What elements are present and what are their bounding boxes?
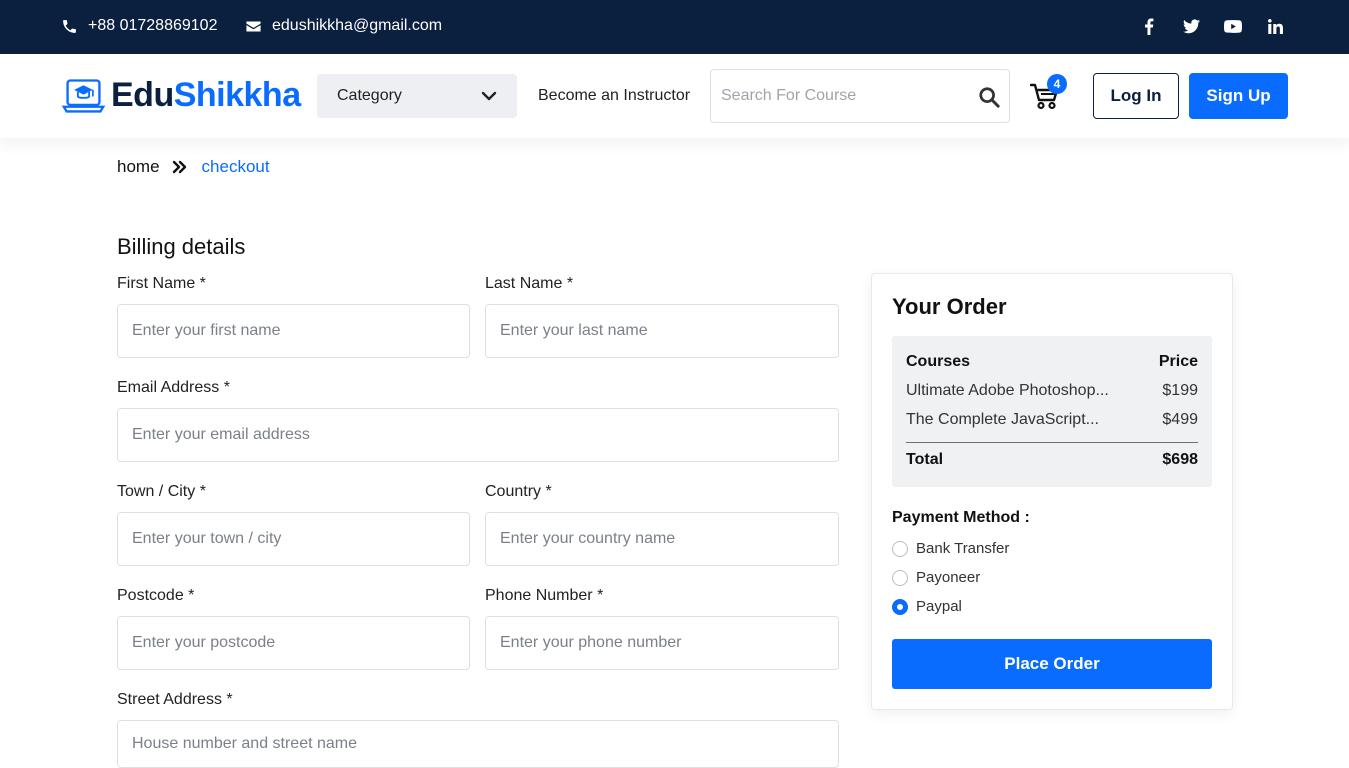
breadcrumb: home checkout bbox=[117, 157, 270, 177]
become-instructor-link[interactable]: Become an Instructor bbox=[538, 87, 690, 105]
place-order-button[interactable]: Place Order bbox=[892, 639, 1212, 689]
street-address-label: Street Address * bbox=[117, 691, 233, 708]
order-item-name: The Complete JavaScript... bbox=[906, 411, 1099, 428]
radio-button-selected[interactable] bbox=[892, 598, 908, 615]
email-contact[interactable]: edushikkha@gmail.com bbox=[245, 17, 442, 35]
search-icon[interactable] bbox=[978, 86, 1000, 108]
payment-option-label: Payoneer bbox=[916, 569, 981, 586]
category-dropdown[interactable]: Category bbox=[317, 74, 517, 118]
breadcrumb-home-link[interactable]: home bbox=[117, 157, 160, 177]
signup-button[interactable]: Sign Up bbox=[1189, 73, 1288, 119]
search-input[interactable] bbox=[711, 76, 961, 116]
phone-icon bbox=[63, 19, 76, 33]
radio-button[interactable] bbox=[892, 569, 908, 586]
street-address-input[interactable] bbox=[117, 720, 839, 768]
last-name-input[interactable] bbox=[485, 304, 839, 358]
phone-number-label: Phone Number * bbox=[485, 587, 604, 604]
postcode-label: Postcode * bbox=[117, 587, 195, 604]
order-item-name: Ultimate Adobe Photoshop... bbox=[906, 382, 1109, 399]
twitter-icon[interactable] bbox=[1181, 16, 1201, 36]
payment-option-bank-transfer[interactable]: Bank Transfer bbox=[892, 540, 1009, 557]
search-box bbox=[710, 69, 1010, 123]
youtube-icon[interactable] bbox=[1223, 16, 1243, 36]
city-input[interactable] bbox=[117, 512, 470, 566]
courses-column-header: Courses bbox=[906, 353, 971, 370]
brand-part-edu: Edu bbox=[111, 76, 174, 114]
brand-name: EduShikkha bbox=[111, 76, 301, 115]
phone-text: +88 01728869102 bbox=[88, 17, 218, 34]
postcode-input[interactable] bbox=[117, 616, 470, 670]
email-input[interactable] bbox=[117, 408, 839, 462]
social-links bbox=[1139, 16, 1285, 36]
payment-option-paypal[interactable]: Paypal bbox=[892, 598, 962, 615]
country-label: Country * bbox=[485, 483, 552, 500]
payment-option-payoneer[interactable]: Payoneer bbox=[892, 569, 980, 586]
linkedin-icon[interactable] bbox=[1265, 16, 1285, 36]
double-chevron-right-icon bbox=[172, 160, 186, 174]
order-divider bbox=[906, 442, 1198, 443]
site-logo[interactable]: EduShikkha bbox=[61, 73, 301, 118]
chevron-down-icon bbox=[481, 91, 497, 101]
total-label: Total bbox=[906, 451, 944, 468]
order-item-row: Ultimate Adobe Photoshop... $199 bbox=[906, 382, 1198, 400]
last-name-label: Last Name * bbox=[485, 275, 574, 292]
order-table: Courses Price Ultimate Adobe Photoshop..… bbox=[892, 336, 1212, 487]
order-item-price: $199 bbox=[1162, 382, 1198, 399]
envelope-icon bbox=[246, 21, 261, 31]
payment-option-label: Paypal bbox=[916, 598, 962, 615]
order-item-price: $499 bbox=[1162, 411, 1198, 428]
first-name-label: First Name * bbox=[117, 275, 206, 292]
phone-contact[interactable]: +88 01728869102 bbox=[61, 17, 217, 35]
order-table-header: Courses Price bbox=[906, 353, 1198, 371]
cart-count-badge: 4 bbox=[1047, 74, 1067, 94]
laptop-graduation-cap-icon bbox=[61, 79, 106, 113]
price-column-header: Price bbox=[1158, 353, 1198, 370]
order-total-row: Total $698 bbox=[906, 451, 1198, 469]
order-item-row: The Complete JavaScript... $499 bbox=[906, 411, 1198, 429]
city-label: Town / City * bbox=[117, 483, 206, 500]
country-input[interactable] bbox=[485, 512, 839, 566]
phone-number-input[interactable] bbox=[485, 616, 839, 670]
cart-button[interactable]: 4 bbox=[1029, 74, 1067, 110]
breadcrumb-current: checkout bbox=[201, 157, 270, 176]
billing-title: Billing details bbox=[117, 234, 246, 259]
email-text: edushikkha@gmail.com bbox=[272, 17, 443, 34]
order-summary-card: Your Order Courses Price Ultimate Adobe … bbox=[871, 273, 1233, 710]
order-title: Your Order bbox=[892, 294, 1007, 319]
first-name-input[interactable] bbox=[117, 304, 470, 358]
main-header: EduShikkha Category Become an Instructor… bbox=[0, 54, 1349, 138]
total-value: $698 bbox=[1162, 451, 1198, 468]
login-button[interactable]: Log In bbox=[1093, 73, 1179, 119]
payment-option-label: Bank Transfer bbox=[916, 540, 1010, 557]
top-bar: +88 01728869102 edushikkha@gmail.com bbox=[0, 0, 1349, 54]
payment-method-label: Payment Method : bbox=[892, 509, 1030, 526]
brand-part-shikkha: Shikkha bbox=[173, 76, 301, 114]
radio-button[interactable] bbox=[892, 540, 908, 557]
category-label: Category bbox=[337, 87, 402, 104]
email-label: Email Address * bbox=[117, 379, 230, 396]
facebook-icon[interactable] bbox=[1139, 16, 1159, 36]
